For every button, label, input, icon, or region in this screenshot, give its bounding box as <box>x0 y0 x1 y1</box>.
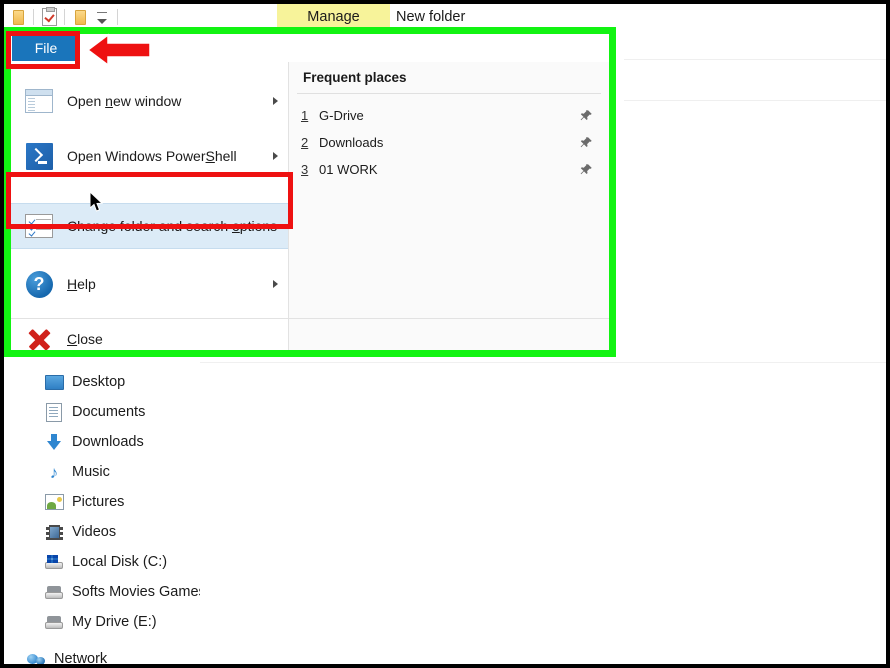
drive-icon <box>44 582 64 602</box>
nav-item-label: Downloads <box>72 434 144 450</box>
nav-item-desktop[interactable]: Desktop <box>4 367 200 397</box>
nav-item-local-disk-c[interactable]: Local Disk (C:) <box>4 547 200 577</box>
nav-item-pictures[interactable]: Pictures <box>4 487 200 517</box>
mouse-cursor <box>89 190 106 214</box>
left-arrow-annotation <box>86 33 152 67</box>
nav-item-downloads[interactable]: Downloads <box>4 427 200 457</box>
toolbar-separator <box>64 9 65 25</box>
nav-item-label: Documents <box>72 404 146 420</box>
nav-item-documents[interactable]: Documents <box>4 397 200 427</box>
content-divider <box>624 100 886 101</box>
properties-icon[interactable] <box>39 7 59 27</box>
nav-item-network[interactable]: Network <box>4 644 200 664</box>
nav-item-label: Music <box>72 464 110 480</box>
desktop-icon <box>44 372 64 392</box>
pictures-icon <box>44 492 64 512</box>
music-icon: ♪ <box>49 462 59 482</box>
nav-item-label: Network <box>54 651 108 664</box>
nav-item-videos[interactable]: Videos <box>4 517 200 547</box>
file-explorer-window: Manage New folder File Open new window O… <box>4 4 886 664</box>
content-divider <box>624 59 886 60</box>
drive-icon <box>44 612 64 632</box>
nav-item-label: Softs Movies Games <box>72 584 200 600</box>
nav-item-label: Pictures <box>72 494 125 510</box>
toolbar-separator <box>117 9 118 25</box>
documents-icon <box>44 402 64 422</box>
videos-icon <box>44 522 64 542</box>
folder-icon[interactable] <box>8 7 28 27</box>
nav-item-softs-movies-games[interactable]: Softs Movies Games <box>4 577 200 607</box>
nav-item-label: Desktop <box>72 374 126 390</box>
toolbar-separator <box>33 9 34 25</box>
network-icon <box>26 649 46 664</box>
navigation-pane: Desktop Documents Downloads ♪ Music Pict… <box>4 360 200 664</box>
new-folder-icon[interactable] <box>70 7 90 27</box>
tab-manage-label: Manage <box>307 9 360 25</box>
local-disk-icon <box>44 552 64 572</box>
nav-item-label: Videos <box>72 524 117 540</box>
nav-item-my-drive-e[interactable]: My Drive (E:) <box>4 607 200 637</box>
nav-item-label: My Drive (E:) <box>72 614 157 630</box>
nav-item-label: Local Disk (C:) <box>72 554 168 570</box>
downloads-icon <box>44 432 64 452</box>
customize-caret-icon[interactable] <box>92 7 112 27</box>
nav-item-music[interactable]: ♪ Music <box>4 457 200 487</box>
